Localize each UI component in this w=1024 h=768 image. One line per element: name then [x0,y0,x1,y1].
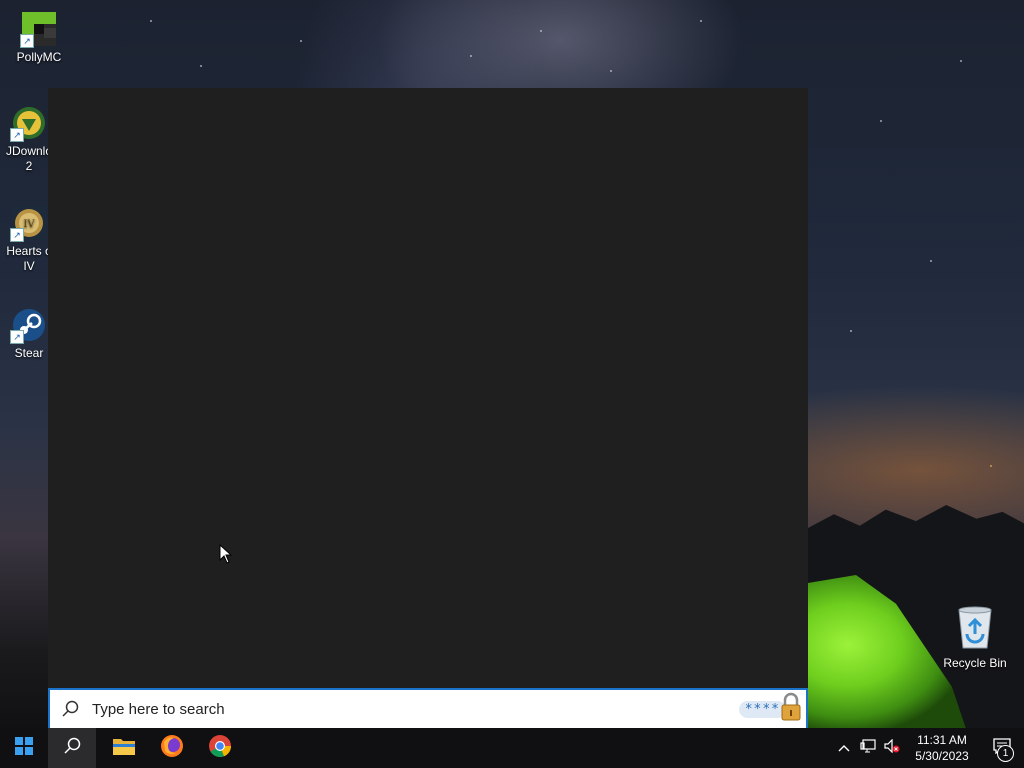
shortcut-arrow-icon: ↗ [20,34,34,48]
recycle-bin-label: Recycle Bin [943,656,1007,670]
taskbar: 11:31 AM 5/30/2023 1 [0,728,1024,768]
network-tray-button[interactable] [856,728,880,768]
search-flyout-panel [48,88,808,688]
search-icon [50,700,90,718]
system-tray: 11:31 AM 5/30/2023 1 [832,728,1024,768]
shortcut-arrow-icon: ↗ [10,228,24,242]
clock-time: 11:31 AM [917,733,967,747]
svg-text:IV: IV [23,219,35,230]
hearts-of-iron-icon: IV ↗ [10,206,46,242]
taskbar-file-explorer[interactable] [100,728,148,768]
taskbar-search-button[interactable] [48,728,96,768]
show-hidden-icons-button[interactable] [832,728,856,768]
search-icon [63,737,81,760]
password-mask-text: **** [738,700,786,718]
firefox-icon [160,734,184,763]
desktop-icon-pollymc[interactable]: ↗ PollyMC [0,12,78,65]
recycle-bin-icon [955,604,995,650]
start-button[interactable] [0,728,48,768]
mouse-cursor [219,543,233,569]
chrome-icon [208,734,232,763]
desktop-icon-label: PollyMC [16,50,62,64]
volume-muted-icon [884,738,900,758]
jdownloader-icon: ↗ [10,106,46,142]
network-icon [860,738,876,758]
shortcut-arrow-icon: ↗ [10,330,24,344]
taskbar-chrome[interactable] [196,728,244,768]
password-badge: **** [726,692,806,726]
pollymc-icon: ↗ [20,12,56,48]
folder-icon [112,736,136,761]
desktop-icon-recycle-bin[interactable]: Recycle Bin [936,600,1014,671]
taskbar-clock[interactable]: 11:31 AM 5/30/2023 [904,732,980,764]
chevron-up-icon [838,739,850,757]
search-input[interactable] [90,693,726,725]
notification-count-badge: 1 [997,745,1014,762]
clock-date: 5/30/2023 [915,749,969,763]
shortcut-arrow-icon: ↗ [10,128,24,142]
volume-tray-button[interactable] [880,728,904,768]
taskbar-firefox[interactable] [148,728,196,768]
lock-icon [780,692,802,727]
search-box[interactable]: **** [48,688,808,730]
steam-icon: ↗ [10,308,46,344]
windows-start-icon [15,736,33,760]
action-center-button[interactable]: 1 [980,728,1024,768]
